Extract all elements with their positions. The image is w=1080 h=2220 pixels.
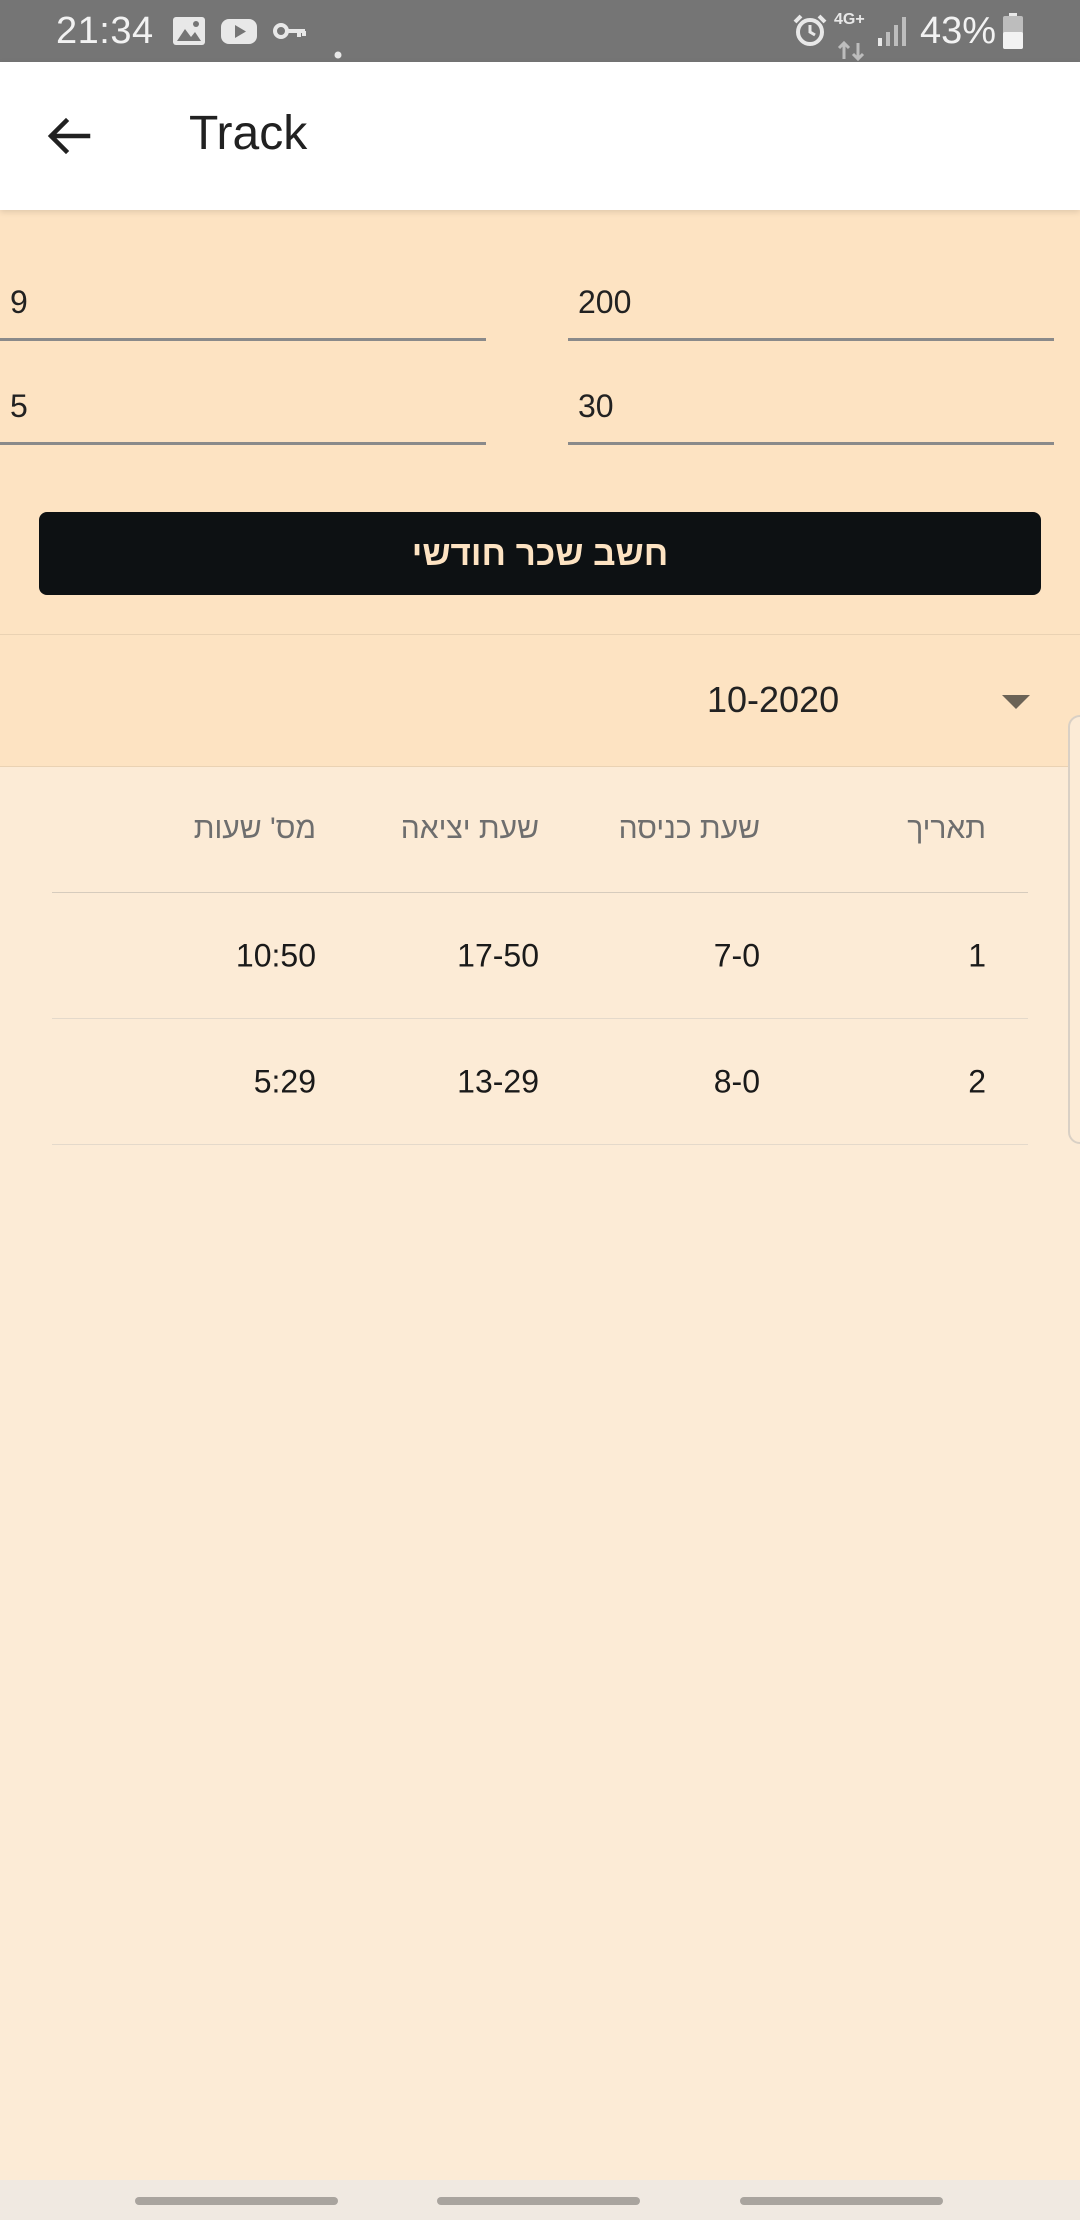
battery-icon [1002,12,1024,60]
field-right-1[interactable] [568,266,1054,341]
app-bar: Track [0,62,1080,210]
nav-back-button[interactable] [740,2197,943,2205]
field-right-2-input[interactable] [568,370,1054,442]
month-value: 10-2020 [707,679,840,720]
system-nav-bar [0,2180,1080,2220]
field-right-1-input[interactable] [568,266,1054,338]
cell-hours: 5:29 [253,1063,316,1099]
arrow-back-icon[interactable] [44,112,92,160]
field-right-2[interactable] [568,370,1054,445]
cell-entry-time: 7-0 [713,937,760,973]
header-entry-time: שעת כניסה [618,812,760,845]
field-left-2[interactable] [0,370,486,445]
cell-date: 2 [968,1063,986,1099]
month-selector[interactable]: 10-2020 [0,635,1080,767]
cell-hours: 10:50 [235,937,316,973]
nav-recents-button[interactable] [135,2197,338,2205]
table-row[interactable]: 2 8-0 13-29 5:29 [52,1019,1028,1145]
network-label: 4G+ [834,11,865,28]
salary-form: חשב שכר חודשי [0,210,1080,635]
alarm-icon [792,14,828,58]
field-left-2-input[interactable] [0,370,486,442]
table-row[interactable]: 1 7-0 17-50 10:50 [52,893,1028,1019]
status-bar: 21:34 4G+ 43% [0,0,1080,62]
side-panel-handle[interactable] [1068,715,1080,1144]
field-left-1-input[interactable] [0,266,486,338]
key-icon [272,14,308,57]
attendance-table: תאריך שעת כניסה שעת יציאה מס' שעות 1 7-0… [52,766,1028,1145]
cell-exit-time: 17-50 [457,937,539,973]
signal-icon [876,14,910,58]
header-hours: מס' שעות [193,812,316,845]
calculate-salary-button[interactable]: חשב שכר חודשי [39,512,1041,595]
cell-exit-time: 13-29 [457,1063,539,1099]
image-icon [172,14,206,57]
cell-entry-time: 8-0 [713,1063,760,1099]
cell-date: 1 [968,937,986,973]
page-title: Track [189,107,308,160]
back-button[interactable] [30,98,106,174]
youtube-icon [220,14,258,57]
nav-home-button[interactable] [437,2197,640,2205]
status-time: 21:34 [56,10,154,52]
dropdown-arrow-icon[interactable] [1002,695,1030,709]
header-exit-time: שעת יציאה [400,812,539,845]
field-left-1[interactable] [0,266,486,341]
header-date: תאריך [907,812,986,845]
table-header: תאריך שעת כניסה שעת יציאה מס' שעות [52,766,1028,893]
battery-percent: 43% [920,10,997,52]
